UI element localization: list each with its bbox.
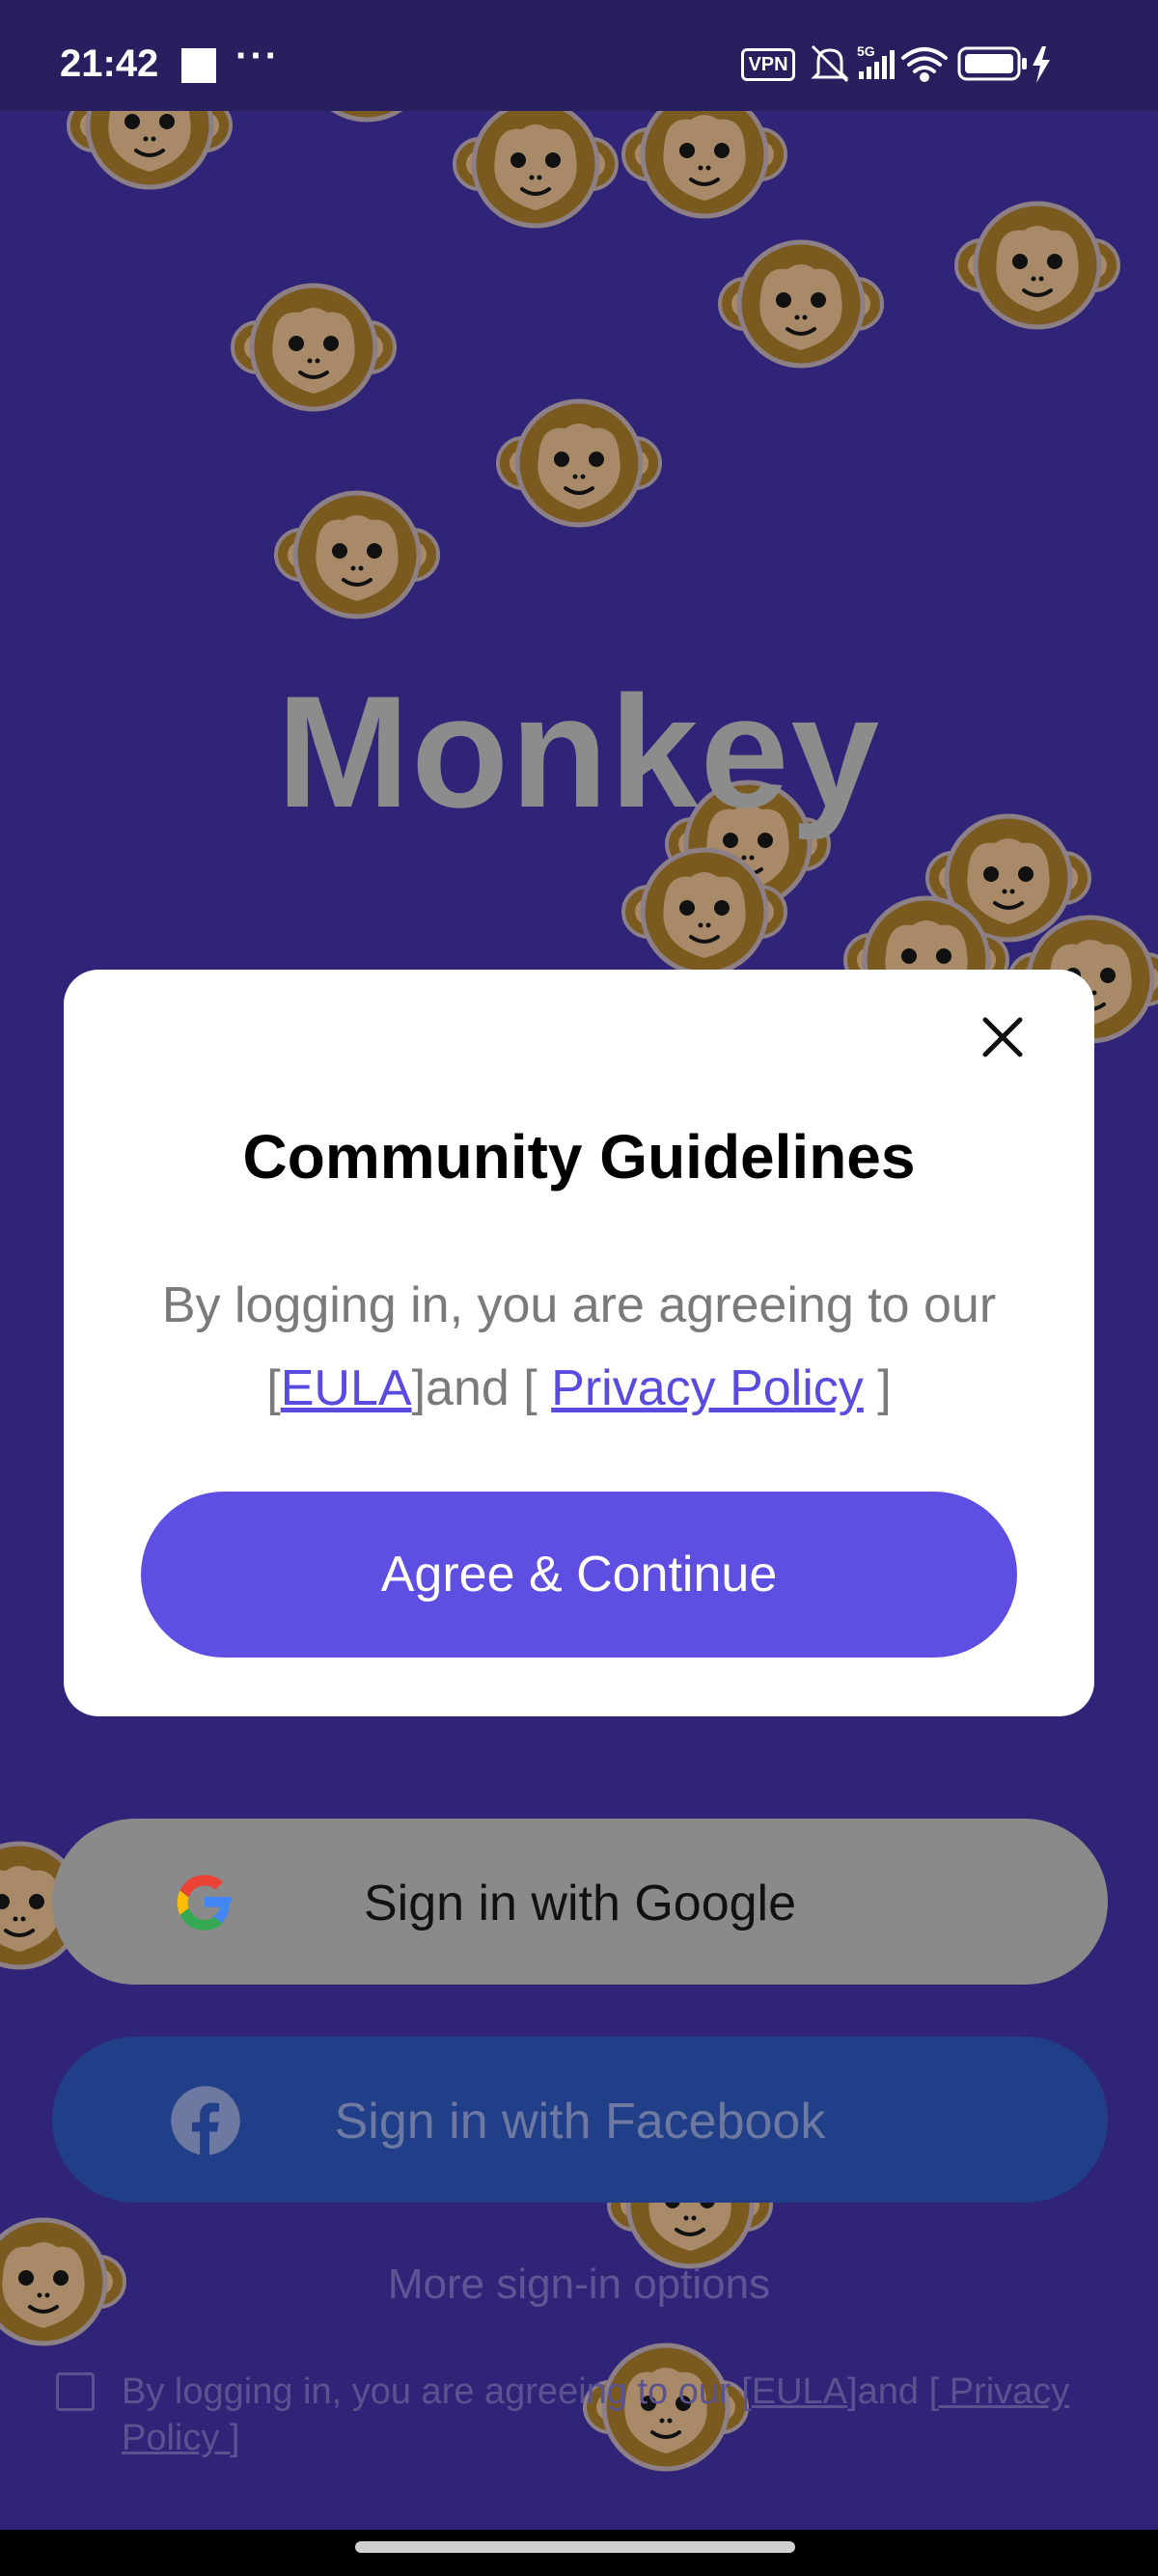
agree-continue-label: Agree & Continue [380,1547,778,1603]
screen: 21:42 ··· VPN 5G Monkey Sign in with Goo… [0,0,1158,2530]
dialog-body: By logging in, you are agreeing to our [… [96,1264,1062,1430]
dialog-body-text: By logging in, you are agreeing to our [161,1277,997,1333]
privacy-policy-link[interactable]: Privacy Policy [551,1360,864,1416]
dialog-title: Community Guidelines [242,1122,916,1192]
bracket-close: ] [863,1360,892,1416]
navigation-bar [0,2530,1158,2576]
close-icon[interactable] [977,1011,1029,1063]
and-text: ]and [ [411,1360,552,1416]
eula-link[interactable]: EULA [281,1360,412,1416]
home-gesture-bar[interactable] [355,2541,795,2553]
bracket-open: [ [266,1360,281,1416]
agree-continue-button[interactable]: Agree & Continue [141,1492,1017,1658]
